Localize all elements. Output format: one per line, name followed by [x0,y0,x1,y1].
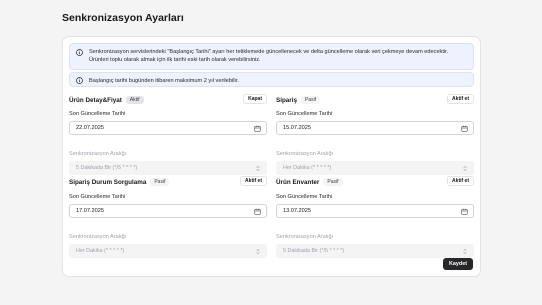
info-alert-limit: Başlangıç tarihi bugünden itibaren maksi… [69,72,474,87]
section-order: Sipariş Pasif Aktif et Son Güncelleme Tar… [276,94,474,175]
sync-interval-label: Senkronizasyon Aralığı [69,234,127,240]
section-title: Sipariş Pasif [276,96,321,104]
last-update-date-input[interactable]: 22.07.2025 [69,121,267,135]
last-update-label: Son Güncelleme Tarihi [69,194,126,200]
info-icon [76,77,83,84]
section-order-status-query: Sipariş Durum Sorgulama Pasif Aktif et So… [69,176,267,258]
chevron-up-down-icon [256,248,260,255]
activate-button[interactable]: Aktif et [447,176,474,186]
last-update-label: Son Güncelleme Tarihi [276,111,333,117]
status-badge: Pasif [323,178,343,186]
status-badge: Pasif [150,178,170,186]
last-update-label: Son Güncelleme Tarihi [69,111,126,117]
sync-settings-card: Senkronizasyon servislerindeki "Başlangı… [62,36,481,277]
calendar-icon[interactable] [461,208,468,215]
last-update-label: Son Güncelleme Tarihi [276,194,333,200]
section-title: Ürün Envanter Pasif [276,178,343,186]
info-icon [76,49,83,56]
select-value: 5 Dakikada Bir (*/5 * * * *) [76,165,138,171]
status-badge: Aktif [125,96,144,104]
select-value: Her Dakika (* * * * *) [76,248,125,254]
date-value: 15.07.2025 [283,125,311,131]
status-badge: Pasif [301,96,321,104]
sync-interval-label: Senkronizasyon Aralığı [69,151,127,157]
info-message: Senkronizasyon servislerindeki "Başlangı… [89,49,449,64]
sync-interval-select[interactable]: Her Dakika (* * * * *) [276,161,474,175]
activate-button[interactable]: Aktif et [447,94,474,104]
chevron-up-down-icon [463,248,467,255]
calendar-icon[interactable] [254,208,261,215]
section-product-inventory: Ürün Envanter Pasif Aktif et Son Güncelle… [276,176,474,258]
sync-interval-select[interactable]: 5 Dakikada Bir (*/5 * * * *) [276,244,474,258]
chevron-up-down-icon [256,165,260,172]
chevron-up-down-icon [463,165,467,172]
date-value: 13.07.2025 [283,208,311,214]
sync-interval-label: Senkronizasyon Aralığı [276,234,334,240]
date-value: 22.07.2025 [76,125,104,131]
section-title: Ürün Detay&Fiyat Aktif [69,96,144,104]
last-update-date-input[interactable]: 17.07.2025 [69,204,267,218]
date-value: 17.07.2025 [76,208,104,214]
section-product-detail-price: Ürün Detay&Fiyat Aktif Kapat Son Güncelle… [69,94,267,175]
sync-interval-select[interactable]: 5 Dakikada Bir (*/5 * * * *) [69,161,267,175]
info-alert: Senkronizasyon servislerindeki "Başlangı… [69,43,474,70]
last-update-date-input[interactable]: 13.07.2025 [276,204,474,218]
calendar-icon[interactable] [254,125,261,132]
info-message: Başlangıç tarihi bugünden itibaren maksi… [89,78,239,84]
section-title: Sipariş Durum Sorgulama Pasif [69,178,170,186]
select-value: 5 Dakikada Bir (*/5 * * * *) [283,248,345,254]
close-button[interactable]: Kapat [243,94,267,104]
page-title: Senkronizasyon Ayarları [62,12,184,24]
save-button[interactable]: Kaydet [443,258,473,270]
sync-interval-select[interactable]: Her Dakika (* * * * *) [69,244,267,258]
select-value: Her Dakika (* * * * *) [283,165,332,171]
last-update-date-input[interactable]: 15.07.2025 [276,121,474,135]
sync-interval-label: Senkronizasyon Aralığı [276,151,334,157]
activate-button[interactable]: Aktif et [240,176,267,186]
calendar-icon[interactable] [461,125,468,132]
